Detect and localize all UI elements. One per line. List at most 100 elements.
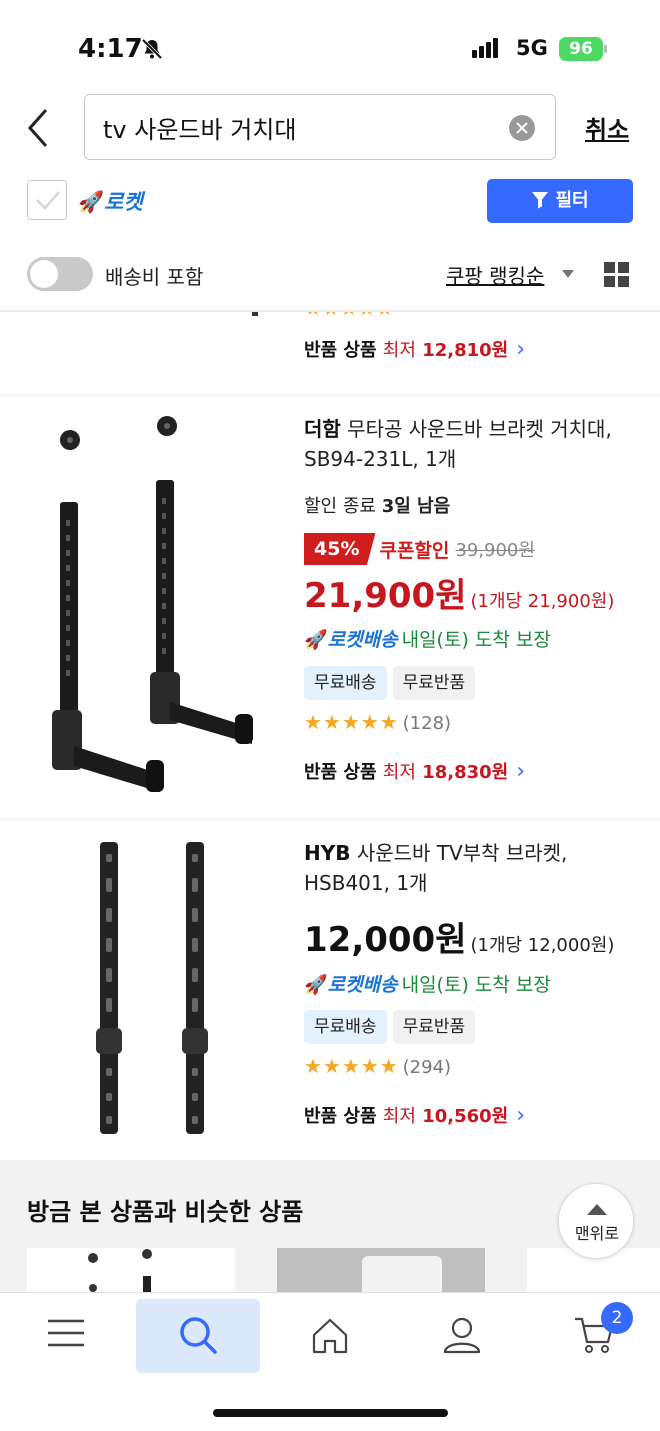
- chevron-right-icon: ›: [516, 759, 526, 784]
- back-icon[interactable]: [24, 106, 56, 150]
- cancel-button[interactable]: 취소: [585, 110, 629, 145]
- menu-icon: [48, 1319, 84, 1347]
- returned-product-link[interactable]: 반품 상품 최저 18,830원 ›: [304, 758, 525, 784]
- product-card-partial[interactable]: ★★★★★ 반품 상품 최저 12,810원 ›: [0, 312, 660, 396]
- checkmark-icon: [36, 191, 60, 210]
- returned-label: 반품 상품: [304, 762, 377, 783]
- similar-product-image: [88, 1249, 152, 1295]
- price-value: 21,900원: [304, 576, 467, 616]
- review-count: (128): [402, 713, 452, 734]
- discount-row: 45% 쿠폰할인 39,900원: [304, 533, 535, 565]
- product-title[interactable]: HYB 사운드바 TV부착 브라켓, HSB401, 1개: [304, 838, 649, 898]
- nav-search[interactable]: [136, 1299, 260, 1373]
- product-card[interactable]: 더함 무타공 사운드바 브라켓 거치대, SB94-231L, 1개 할인 종료…: [0, 396, 660, 820]
- product-image: [52, 416, 253, 792]
- cart-count-badge: 2: [601, 1302, 633, 1334]
- free-shipping-tag: 무료배송: [304, 666, 387, 700]
- similar-product-card[interactable]: [277, 1248, 485, 1295]
- returned-lowest-label: 최저: [382, 762, 416, 783]
- free-return-tag: 무료반품: [392, 1010, 476, 1044]
- deadline-prefix: 할인 종료: [304, 496, 376, 517]
- sort-dropdown[interactable]: 쿠팡 랭킹순: [446, 260, 544, 289]
- scroll-top-label: 맨위로: [574, 1224, 620, 1243]
- unit-price: (1개당 21,900원): [470, 591, 615, 612]
- battery-level: 96: [569, 39, 593, 59]
- returned-lowest-label: 최저: [382, 1106, 416, 1127]
- status-time: 4:17: [78, 34, 143, 64]
- rocket-text: 로켓: [104, 190, 143, 214]
- battery-tip: [604, 45, 607, 53]
- similar-section-title: 방금 본 상품과 비슷한 상품: [27, 1198, 304, 1226]
- product-brand: HYB: [304, 841, 351, 865]
- scroll-top-button[interactable]: 맨위로: [558, 1183, 634, 1259]
- returned-product-link[interactable]: 반품 상품 최저 12,810원 ›: [304, 336, 525, 362]
- rocket-delivery-label: 로켓배송: [327, 974, 398, 996]
- rocket-delivery-label: 로켓배송: [327, 629, 398, 651]
- filter-button-label: 필터: [555, 190, 589, 211]
- rocket-delivery: 🚀로켓배송 내일(토) 도착 보장: [304, 970, 551, 997]
- similar-product-image: [362, 1256, 442, 1295]
- product-tags: 무료배송 무료반품: [304, 666, 481, 700]
- discount-deadline: 할인 종료 3일 남음: [304, 492, 450, 518]
- home-icon: [312, 1318, 348, 1354]
- returned-label: 반품 상품: [304, 1106, 377, 1127]
- silent-bell-icon: [141, 38, 163, 60]
- filter-button[interactable]: 필터: [487, 179, 633, 223]
- search-box[interactable]: [84, 94, 556, 160]
- delivery-eta: 내일(토) 도착 보장: [401, 974, 551, 996]
- search-icon: [180, 1317, 217, 1354]
- review-count: (294): [402, 1057, 452, 1078]
- original-price: 39,900원: [455, 540, 535, 561]
- grid-view-icon[interactable]: [604, 262, 629, 287]
- star-icons: ★★★★★: [304, 1054, 399, 1078]
- chevron-right-icon: ›: [516, 1103, 526, 1128]
- unit-price: (1개당 12,000원): [470, 935, 615, 956]
- search-input[interactable]: [103, 107, 503, 147]
- arrow-up-icon: [587, 1204, 607, 1215]
- product-image: [96, 842, 208, 1134]
- status-bar: 4:17 5G 96: [0, 0, 660, 90]
- shipping-fee-toggle[interactable]: [27, 257, 93, 291]
- returned-price: 12,810원: [422, 340, 509, 361]
- similar-product-card[interactable]: [27, 1248, 235, 1295]
- product-tags: 무료배송 무료반품: [304, 1010, 481, 1044]
- funnel-icon: [532, 192, 549, 209]
- coupon-label: 쿠폰할인: [379, 539, 450, 562]
- signal-icon: [472, 38, 500, 58]
- product-title[interactable]: 더함 무타공 사운드바 브라켓 거치대, SB94-231L, 1개: [304, 414, 649, 474]
- price-value: 12,000원: [304, 920, 467, 960]
- nav-menu[interactable]: [4, 1299, 128, 1373]
- user-icon: [443, 1317, 481, 1354]
- delivery-eta: 내일(토) 도착 보장: [401, 629, 551, 651]
- free-return-tag: 무료반품: [392, 666, 476, 700]
- rocket-icon: 🚀: [304, 629, 328, 651]
- discount-badge: 45%: [304, 533, 376, 565]
- product-image-partial: [252, 312, 258, 316]
- chevron-right-icon: ›: [516, 337, 526, 362]
- product-brand: 더함: [304, 417, 341, 441]
- rocket-filter-label[interactable]: 🚀로켓: [78, 186, 143, 216]
- deadline-value: 3일 남음: [381, 496, 451, 517]
- rocket-filter-checkbox[interactable]: [27, 180, 67, 220]
- nav-my-coupang[interactable]: [400, 1299, 524, 1373]
- nav-home[interactable]: [268, 1299, 392, 1373]
- rocket-icon: 🚀: [78, 190, 105, 214]
- returned-product-link[interactable]: 반품 상품 최저 10,560원 ›: [304, 1102, 525, 1128]
- returned-price: 10,560원: [422, 1106, 509, 1127]
- returned-label: 반품 상품: [304, 340, 377, 361]
- rocket-icon: 🚀: [304, 974, 328, 996]
- rating-stars-partial: ★★★★★: [304, 312, 394, 320]
- clear-search-icon[interactable]: [509, 115, 535, 141]
- returned-price: 18,830원: [422, 762, 509, 783]
- rating-stars: ★★★★★ (128): [304, 710, 451, 734]
- sale-price: 12,000원 (1개당 12,000원): [304, 912, 614, 961]
- free-shipping-tag: 무료배송: [304, 1010, 387, 1044]
- product-card[interactable]: HYB 사운드바 TV부착 브라켓, HSB401, 1개 12,000원 (1개…: [0, 820, 660, 1160]
- nav-cart[interactable]: [532, 1299, 656, 1373]
- home-indicator[interactable]: [213, 1409, 448, 1417]
- battery-icon: 96: [559, 37, 603, 61]
- shipping-fee-label: 배송비 포함: [105, 265, 204, 289]
- sort-caret-icon[interactable]: [562, 270, 574, 278]
- rocket-delivery: 🚀로켓배송 내일(토) 도착 보장: [304, 625, 551, 652]
- returned-lowest-label: 최저: [382, 340, 416, 361]
